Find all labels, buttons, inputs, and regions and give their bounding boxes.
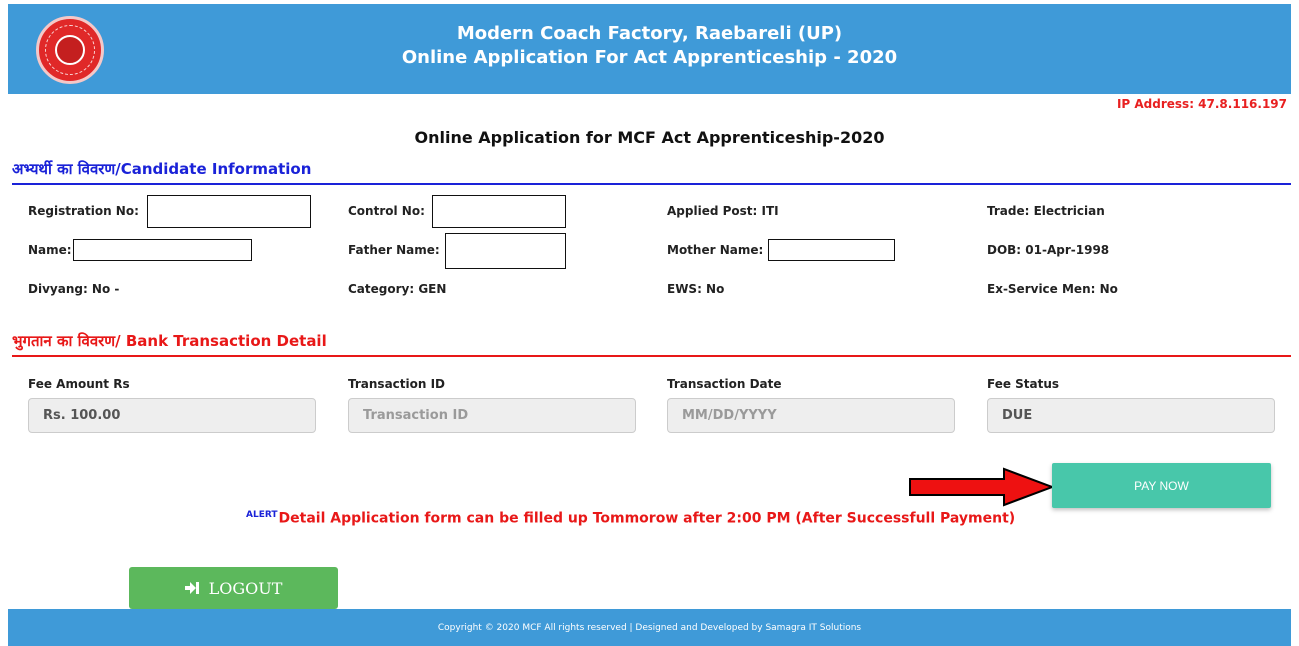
father-name-field: [445, 233, 566, 269]
logout-button[interactable]: LOGOUT: [129, 567, 338, 609]
alert-text: Detail Application form can be filled up…: [278, 510, 1016, 527]
trade: Trade: Electrician: [987, 204, 1105, 218]
mother-name-field: [768, 239, 895, 261]
page-footer: Copyright © 2020 MCF All rights reserved…: [8, 609, 1291, 646]
registration-no-field: [147, 195, 311, 228]
red-arrow-icon: [909, 467, 1054, 507]
pay-now-button[interactable]: PAY NOW: [1052, 463, 1271, 508]
fee-amount-label: Fee Amount Rs: [28, 377, 130, 391]
name-label: Name:: [28, 243, 72, 257]
logout-icon: [184, 582, 199, 594]
fee-status-input[interactable]: DUE: [987, 398, 1275, 433]
divyang: Divyang: No -: [28, 282, 120, 296]
page-header: Modern Coach Factory, Raebareli (UP) Onl…: [8, 4, 1291, 94]
applied-post: Applied Post: ITI: [667, 204, 779, 218]
transaction-id-label: Transaction ID: [348, 377, 446, 391]
ews: EWS: No: [667, 282, 725, 296]
category: Category: GEN: [348, 282, 447, 296]
fee-amount-input[interactable]: Rs. 100.00: [28, 398, 316, 433]
header-title-line2: Online Application For Act Apprenticeshi…: [401, 47, 898, 68]
name-field: [73, 239, 252, 261]
header-title-line1: Modern Coach Factory, Raebareli (UP): [456, 23, 843, 44]
alert-tag: ALERT: [246, 510, 278, 520]
ip-address: IP Address: 47.8.116.197: [1116, 97, 1287, 111]
page-title: Online Application for MCF Act Apprentic…: [414, 128, 885, 147]
transaction-date-input[interactable]: MM/DD/YYYY: [667, 398, 955, 433]
registration-no-label: Registration No:: [28, 204, 139, 218]
control-no-label: Control No:: [348, 204, 425, 218]
control-no-field: [432, 195, 566, 228]
alert-message: ALERTDetail Application form can be fill…: [246, 510, 1015, 527]
candidate-section-title: अभ्यर्थी का विवरण/Candidate Information: [12, 159, 1291, 185]
ex-service-men: Ex-Service Men: No: [987, 282, 1118, 296]
header-title: Modern Coach Factory, Raebareli (UP) Onl…: [8, 22, 1291, 70]
transaction-date-label: Transaction Date: [667, 377, 782, 391]
logout-label: LOGOUT: [208, 578, 283, 598]
transaction-id-input[interactable]: Transaction ID: [348, 398, 636, 433]
mother-name-label: Mother Name:: [667, 243, 764, 257]
bank-section-title: भुगतान का विवरण/ Bank Transaction Detail: [12, 331, 1291, 357]
fee-status-label: Fee Status: [987, 377, 1060, 391]
dob: DOB: 01-Apr-1998: [987, 243, 1110, 257]
father-name-label: Father Name:: [348, 243, 440, 257]
